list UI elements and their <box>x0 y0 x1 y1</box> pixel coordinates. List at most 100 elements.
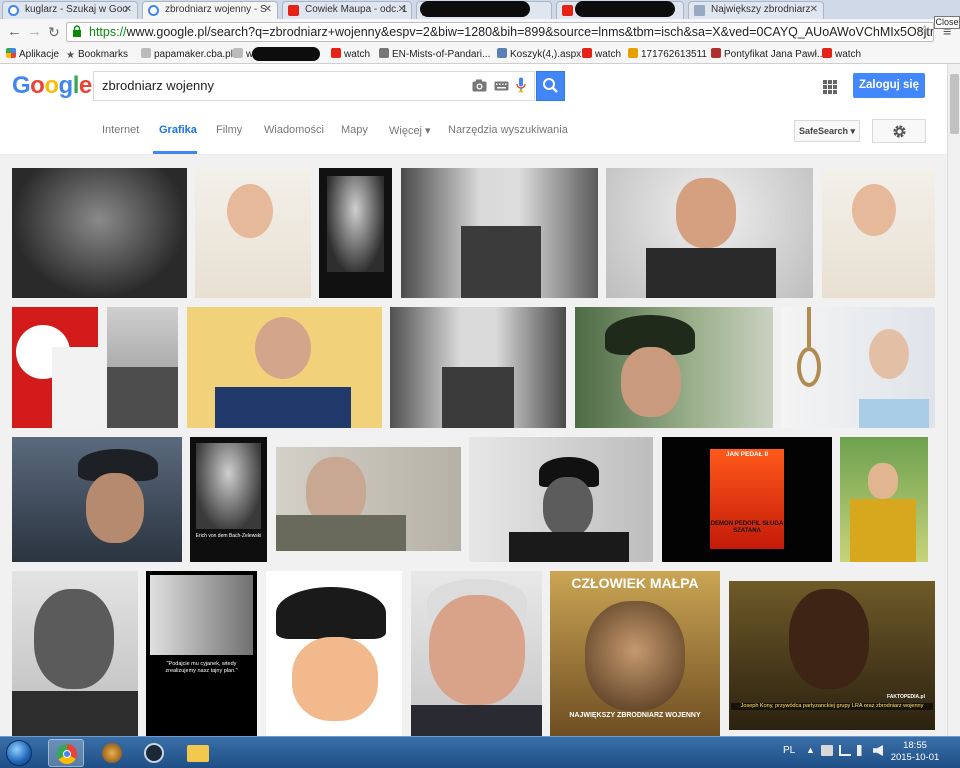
image-result[interactable]: "Podajcie mu cyjanek, wtedy zrealizujemy… <box>146 571 257 736</box>
youtube-favicon-icon <box>288 5 299 16</box>
clock-date: 2015-10-01 <box>890 752 940 763</box>
image-result[interactable]: FAKTOPEDIA.pl Joseph Kony, przywódca par… <box>729 581 935 730</box>
bookmark-item[interactable]: Pontyfikat Jana Pawł... <box>711 46 825 63</box>
meme-caption-bottom: DEMON PEDOFIL SŁUGA SZATANA <box>710 521 784 534</box>
chrome-taskbar-button[interactable] <box>48 739 84 767</box>
browser-tab[interactable]: Największy zbrodniarz ✕ <box>688 1 824 19</box>
page-icon <box>694 5 705 16</box>
image-result[interactable] <box>266 571 402 736</box>
action-center-icon[interactable] <box>839 745 851 756</box>
show-hidden-icons-icon[interactable]: ▲ <box>806 745 815 755</box>
settings-button[interactable] <box>872 119 926 143</box>
search-input[interactable]: zbrodniarz wojenny <box>93 71 535 101</box>
signin-button[interactable]: Zaloguj się <box>853 73 925 98</box>
bookmark-item[interactable]: watch <box>331 46 370 63</box>
image-result[interactable] <box>12 307 98 428</box>
close-icon[interactable]: ✕ <box>264 2 272 18</box>
redaction-mark <box>252 47 320 61</box>
close-tooltip: Close <box>934 16 960 29</box>
bookmark-item[interactable]: watch <box>582 46 621 63</box>
bookmark-item[interactable]: papamaker.cba.pl <box>141 46 233 63</box>
image-result[interactable] <box>187 307 382 428</box>
game-icon <box>102 743 122 763</box>
forward-icon[interactable]: → <box>27 23 42 41</box>
image-result[interactable] <box>822 168 935 298</box>
image-result[interactable] <box>575 307 773 428</box>
microphone-icon[interactable] <box>516 77 526 94</box>
bookmark-star-icon[interactable]: ☆ <box>918 22 931 39</box>
volume-icon[interactable] <box>873 745 883 756</box>
scrollbar-thumb[interactable] <box>950 74 959 134</box>
bookmark-item[interactable]: ★ Bookmarks <box>66 46 128 63</box>
image-result[interactable] <box>606 168 813 298</box>
bookmark-item[interactable]: Koszyk(4,).aspx <box>497 46 581 63</box>
image-result[interactable] <box>12 571 138 736</box>
bookmark-apps[interactable]: Aplikacje <box>6 46 59 63</box>
tab-maps[interactable]: Mapy <box>341 124 368 136</box>
scrollbar[interactable] <box>947 64 960 736</box>
folder-icon <box>187 745 209 762</box>
google-logo[interactable]: Google <box>12 72 92 100</box>
tab-more[interactable]: Więcej ▾ <box>389 124 431 137</box>
image-result[interactable] <box>390 307 566 428</box>
tab-images[interactable]: Grafika <box>159 124 197 136</box>
image-result[interactable]: JAN PEDAŁ II DEMON PEDOFIL SŁUGA SZATANA <box>662 437 832 562</box>
image-result[interactable]: CZŁOWIEK MAŁPA NAJWIĘKSZY ZBRODNIARZ WOJ… <box>550 571 720 736</box>
image-result[interactable] <box>840 437 928 562</box>
image-result[interactable] <box>411 571 542 736</box>
start-button-icon[interactable] <box>6 740 32 766</box>
image-results-grid: Erich von dem Bach-Zelewski JAN PEDAŁ II… <box>0 155 947 736</box>
tab-videos[interactable]: Filmy <box>216 124 242 136</box>
close-icon[interactable]: ✕ <box>398 2 406 18</box>
page-icon <box>141 48 151 58</box>
tray-app-icon[interactable] <box>821 745 833 756</box>
image-result[interactable] <box>401 168 598 298</box>
tab-internet[interactable]: Internet <box>102 124 139 136</box>
image-result[interactable] <box>469 437 653 562</box>
star-icon: ★ <box>66 50 75 61</box>
back-icon[interactable]: ← <box>7 23 22 41</box>
page-icon <box>711 48 721 58</box>
keyboard-icon[interactable] <box>494 81 509 91</box>
game-taskbar-button[interactable] <box>94 739 130 767</box>
image-result[interactable] <box>195 168 311 298</box>
browser-tab-active[interactable]: zbrodniarz wojenny - S ✕ <box>142 1 278 19</box>
tab-search-tools[interactable]: Narzędzia wyszukiwania <box>448 124 568 136</box>
bookmark-item[interactable]: EN-Mists-of-Pandari... <box>379 46 490 63</box>
google-favicon-icon <box>148 5 159 16</box>
clock-time: 18:55 <box>903 740 927 751</box>
image-result[interactable] <box>107 307 178 428</box>
image-result[interactable]: Erich von dem Bach-Zelewski <box>190 437 267 562</box>
steam-taskbar-button[interactable] <box>136 739 172 767</box>
explorer-taskbar-button[interactable] <box>180 739 216 767</box>
camera-icon[interactable] <box>472 79 487 92</box>
meme-caption-bottom: NAJWIĘKSZY ZBRODNIARZ WOJENNY <box>569 712 701 719</box>
image-result[interactable] <box>12 437 182 562</box>
tab-news[interactable]: Wiadomości <box>264 124 324 136</box>
close-icon[interactable]: ✕ <box>124 2 132 18</box>
reload-icon[interactable]: ↻ <box>48 23 60 41</box>
tab-strip: kuglarz - Szukaj w Goo ✕ zbrodniarz woje… <box>0 0 960 29</box>
steam-icon <box>144 743 164 763</box>
language-indicator[interactable]: PL <box>783 745 795 756</box>
image-result[interactable] <box>319 168 392 298</box>
address-bar[interactable]: https://www.google.pl/search?q=zbrodniar… <box>66 22 934 42</box>
search-icon <box>543 78 558 93</box>
bookmark-item[interactable]: w <box>233 46 253 63</box>
browser-tab[interactable]: Cowiek Maupa - odc. 1 ✕ <box>282 1 412 19</box>
close-icon[interactable]: ✕ <box>810 2 818 18</box>
network-icon[interactable] <box>857 745 868 756</box>
search-button[interactable] <box>536 71 565 101</box>
youtube-favicon-icon <box>562 5 573 16</box>
image-result[interactable] <box>12 168 187 298</box>
google-header: Google zbrodniarz wojenny Zaloguj się <box>0 64 947 109</box>
apps-grid-icon[interactable] <box>823 80 837 94</box>
meme-caption-top: CZŁOWIEK MAŁPA <box>571 575 699 591</box>
browser-tab[interactable]: kuglarz - Szukaj w Goo ✕ <box>2 1 138 19</box>
bookmark-item[interactable]: watch <box>822 46 861 63</box>
system-clock[interactable]: 18:55 2015-10-01 <box>888 740 942 764</box>
image-result[interactable] <box>276 447 461 551</box>
bookmark-item[interactable]: 171762613511 <box>628 46 707 63</box>
image-result[interactable] <box>781 307 935 428</box>
safesearch-dropdown[interactable]: SafeSearch ▾ <box>794 120 860 142</box>
